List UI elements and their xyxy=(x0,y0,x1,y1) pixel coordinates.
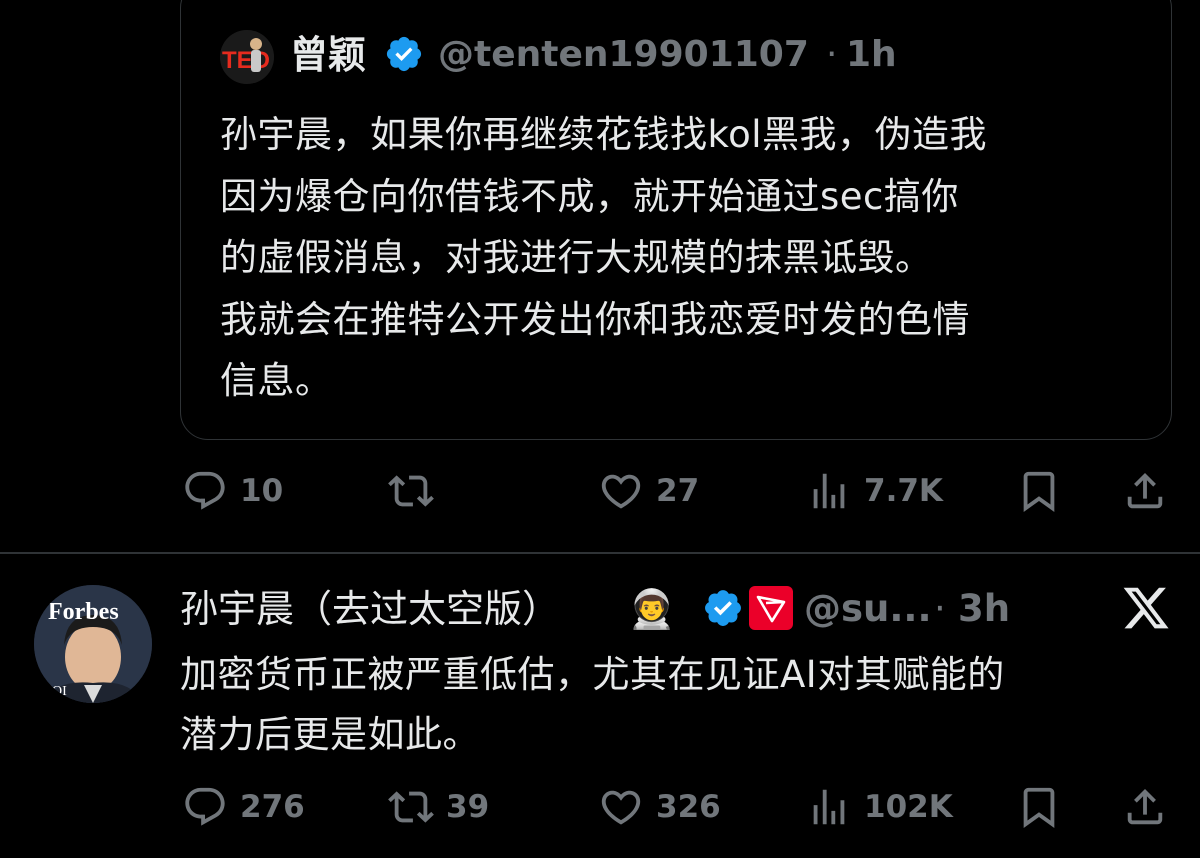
share-button[interactable] xyxy=(1122,468,1168,514)
reply-button[interactable]: 276 xyxy=(182,784,305,830)
repost-button[interactable] xyxy=(388,468,446,514)
share-button[interactable] xyxy=(1122,784,1168,830)
reply-icon xyxy=(185,787,225,826)
repost-icon xyxy=(388,791,434,823)
bookmark-button[interactable] xyxy=(1016,784,1062,830)
separator-dot: · xyxy=(934,587,946,630)
views-count: 7.7K xyxy=(864,473,943,509)
avatar-sub-text: RIOI xyxy=(38,684,67,699)
like-count: 326 xyxy=(656,789,721,825)
views-chart-icon xyxy=(813,473,845,509)
astronaut-emoji: 👨‍🚀 xyxy=(628,587,676,631)
heart-icon xyxy=(601,790,641,825)
share-icon xyxy=(1127,788,1163,825)
quoted-author-avatar[interactable]: TED xyxy=(220,30,274,84)
tron-badge-icon xyxy=(749,586,793,630)
main-tweet-text: 加密货币正被严重低估，尤其在见证AI对其赋能的 潜力后更是如此。 xyxy=(180,653,1005,756)
like-button[interactable]: 27 xyxy=(598,468,699,514)
views-count: 102K xyxy=(864,789,953,825)
views-button[interactable]: 102K xyxy=(806,784,953,830)
verified-badge-icon xyxy=(386,36,422,72)
main-author-name[interactable]: 孙宇晨（去过太空版） xyxy=(180,583,560,635)
main-author-handle[interactable]: @su... xyxy=(804,583,932,635)
like-count: 27 xyxy=(656,473,700,509)
separator-dot: · xyxy=(826,34,838,75)
avatar-logo-text: TED xyxy=(222,47,270,74)
heart-icon xyxy=(601,474,641,509)
tweet-divider xyxy=(0,552,1200,554)
repost-icon xyxy=(388,475,434,507)
x-logo-icon[interactable] xyxy=(1120,583,1172,633)
like-button[interactable]: 326 xyxy=(598,784,721,830)
reply-count: 276 xyxy=(240,789,305,825)
main-tweet-time[interactable]: 3h xyxy=(958,583,1010,635)
bookmark-icon xyxy=(1023,471,1055,512)
bookmark-button[interactable] xyxy=(1016,468,1062,514)
views-button[interactable]: 7.7K xyxy=(806,468,943,514)
repost-button[interactable]: 39 xyxy=(388,784,489,830)
quoted-author-handle[interactable]: @tenten19901107 xyxy=(438,30,809,80)
reply-count: 10 xyxy=(240,473,284,509)
views-chart-icon xyxy=(813,789,845,825)
avatar-logo-text: Forbes xyxy=(48,599,119,625)
reply-icon xyxy=(185,471,225,510)
repost-count: 39 xyxy=(446,789,490,825)
share-icon xyxy=(1127,472,1163,509)
quoted-tweet-time[interactable]: 1h xyxy=(846,30,897,80)
quoted-tweet-text: 孙宇晨，如果你再继续花钱找kol黑我，伪造我 因为爆仓向你借钱不成，就开始通过s… xyxy=(220,113,988,402)
bookmark-icon xyxy=(1023,787,1055,828)
quoted-author-name[interactable]: 曾颖 xyxy=(290,30,366,80)
verified-badge-icon xyxy=(705,590,741,626)
main-author-avatar[interactable]: Forbes RIOI xyxy=(34,585,152,703)
reply-button[interactable]: 10 xyxy=(182,468,283,514)
